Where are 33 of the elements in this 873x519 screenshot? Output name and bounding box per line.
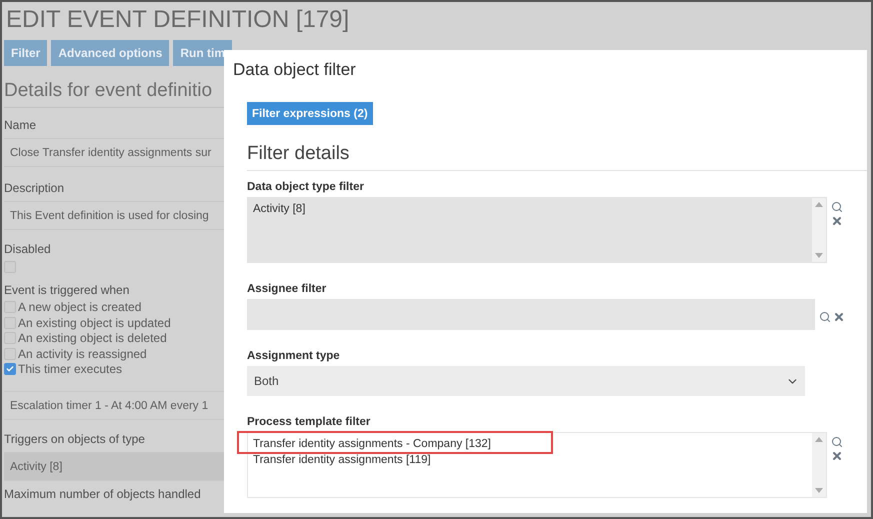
checkbox-label: An activity is reassigned [18, 346, 147, 361]
field-label: Name [4, 118, 38, 132]
field-value: Activity [8] [4, 452, 226, 481]
section-title: Filter details [247, 143, 867, 171]
field-label: Data object type filter [247, 181, 365, 193]
input-field[interactable] [247, 299, 815, 330]
list-item[interactable]: Transfer identity assignments - Company [132] [253, 436, 491, 452]
field-label: Assignment type [247, 350, 341, 362]
field-label: Process template filter [247, 416, 372, 428]
field-label: Assignee filter [247, 283, 328, 295]
checkbox-label: This timer executes [18, 362, 122, 376]
field-label: Description [4, 181, 66, 195]
field-label: Disabled [4, 242, 52, 256]
scroll-down-icon[interactable] [815, 488, 823, 493]
field-label: Event is triggered when [4, 282, 130, 296]
checkbox[interactable] [4, 363, 16, 376]
field-label: Triggers on objects of type [4, 432, 146, 446]
list-item[interactable]: Transfer identity assignments [119] [253, 452, 431, 468]
select-field[interactable]: Both [247, 366, 805, 396]
field-label: Maximum number of objects handled [4, 487, 202, 501]
search-icon[interactable] [819, 310, 831, 322]
checkbox-label: A new object is created [18, 300, 142, 314]
clear-icon[interactable] [833, 310, 845, 322]
checkbox-label: An existing object is deleted [18, 331, 167, 346]
clear-icon[interactable] [831, 215, 843, 227]
dialog-title: Data object filter [233, 60, 357, 80]
clear-icon[interactable] [831, 450, 843, 462]
search-icon[interactable] [831, 436, 843, 448]
checkbox-label: An existing object is updated [18, 316, 171, 330]
scroll-up-icon[interactable] [815, 437, 823, 442]
search-icon[interactable] [831, 201, 843, 213]
check-icon [6, 365, 14, 374]
page-title: EDIT EVENT DEFINITION [179] [5, 5, 350, 35]
